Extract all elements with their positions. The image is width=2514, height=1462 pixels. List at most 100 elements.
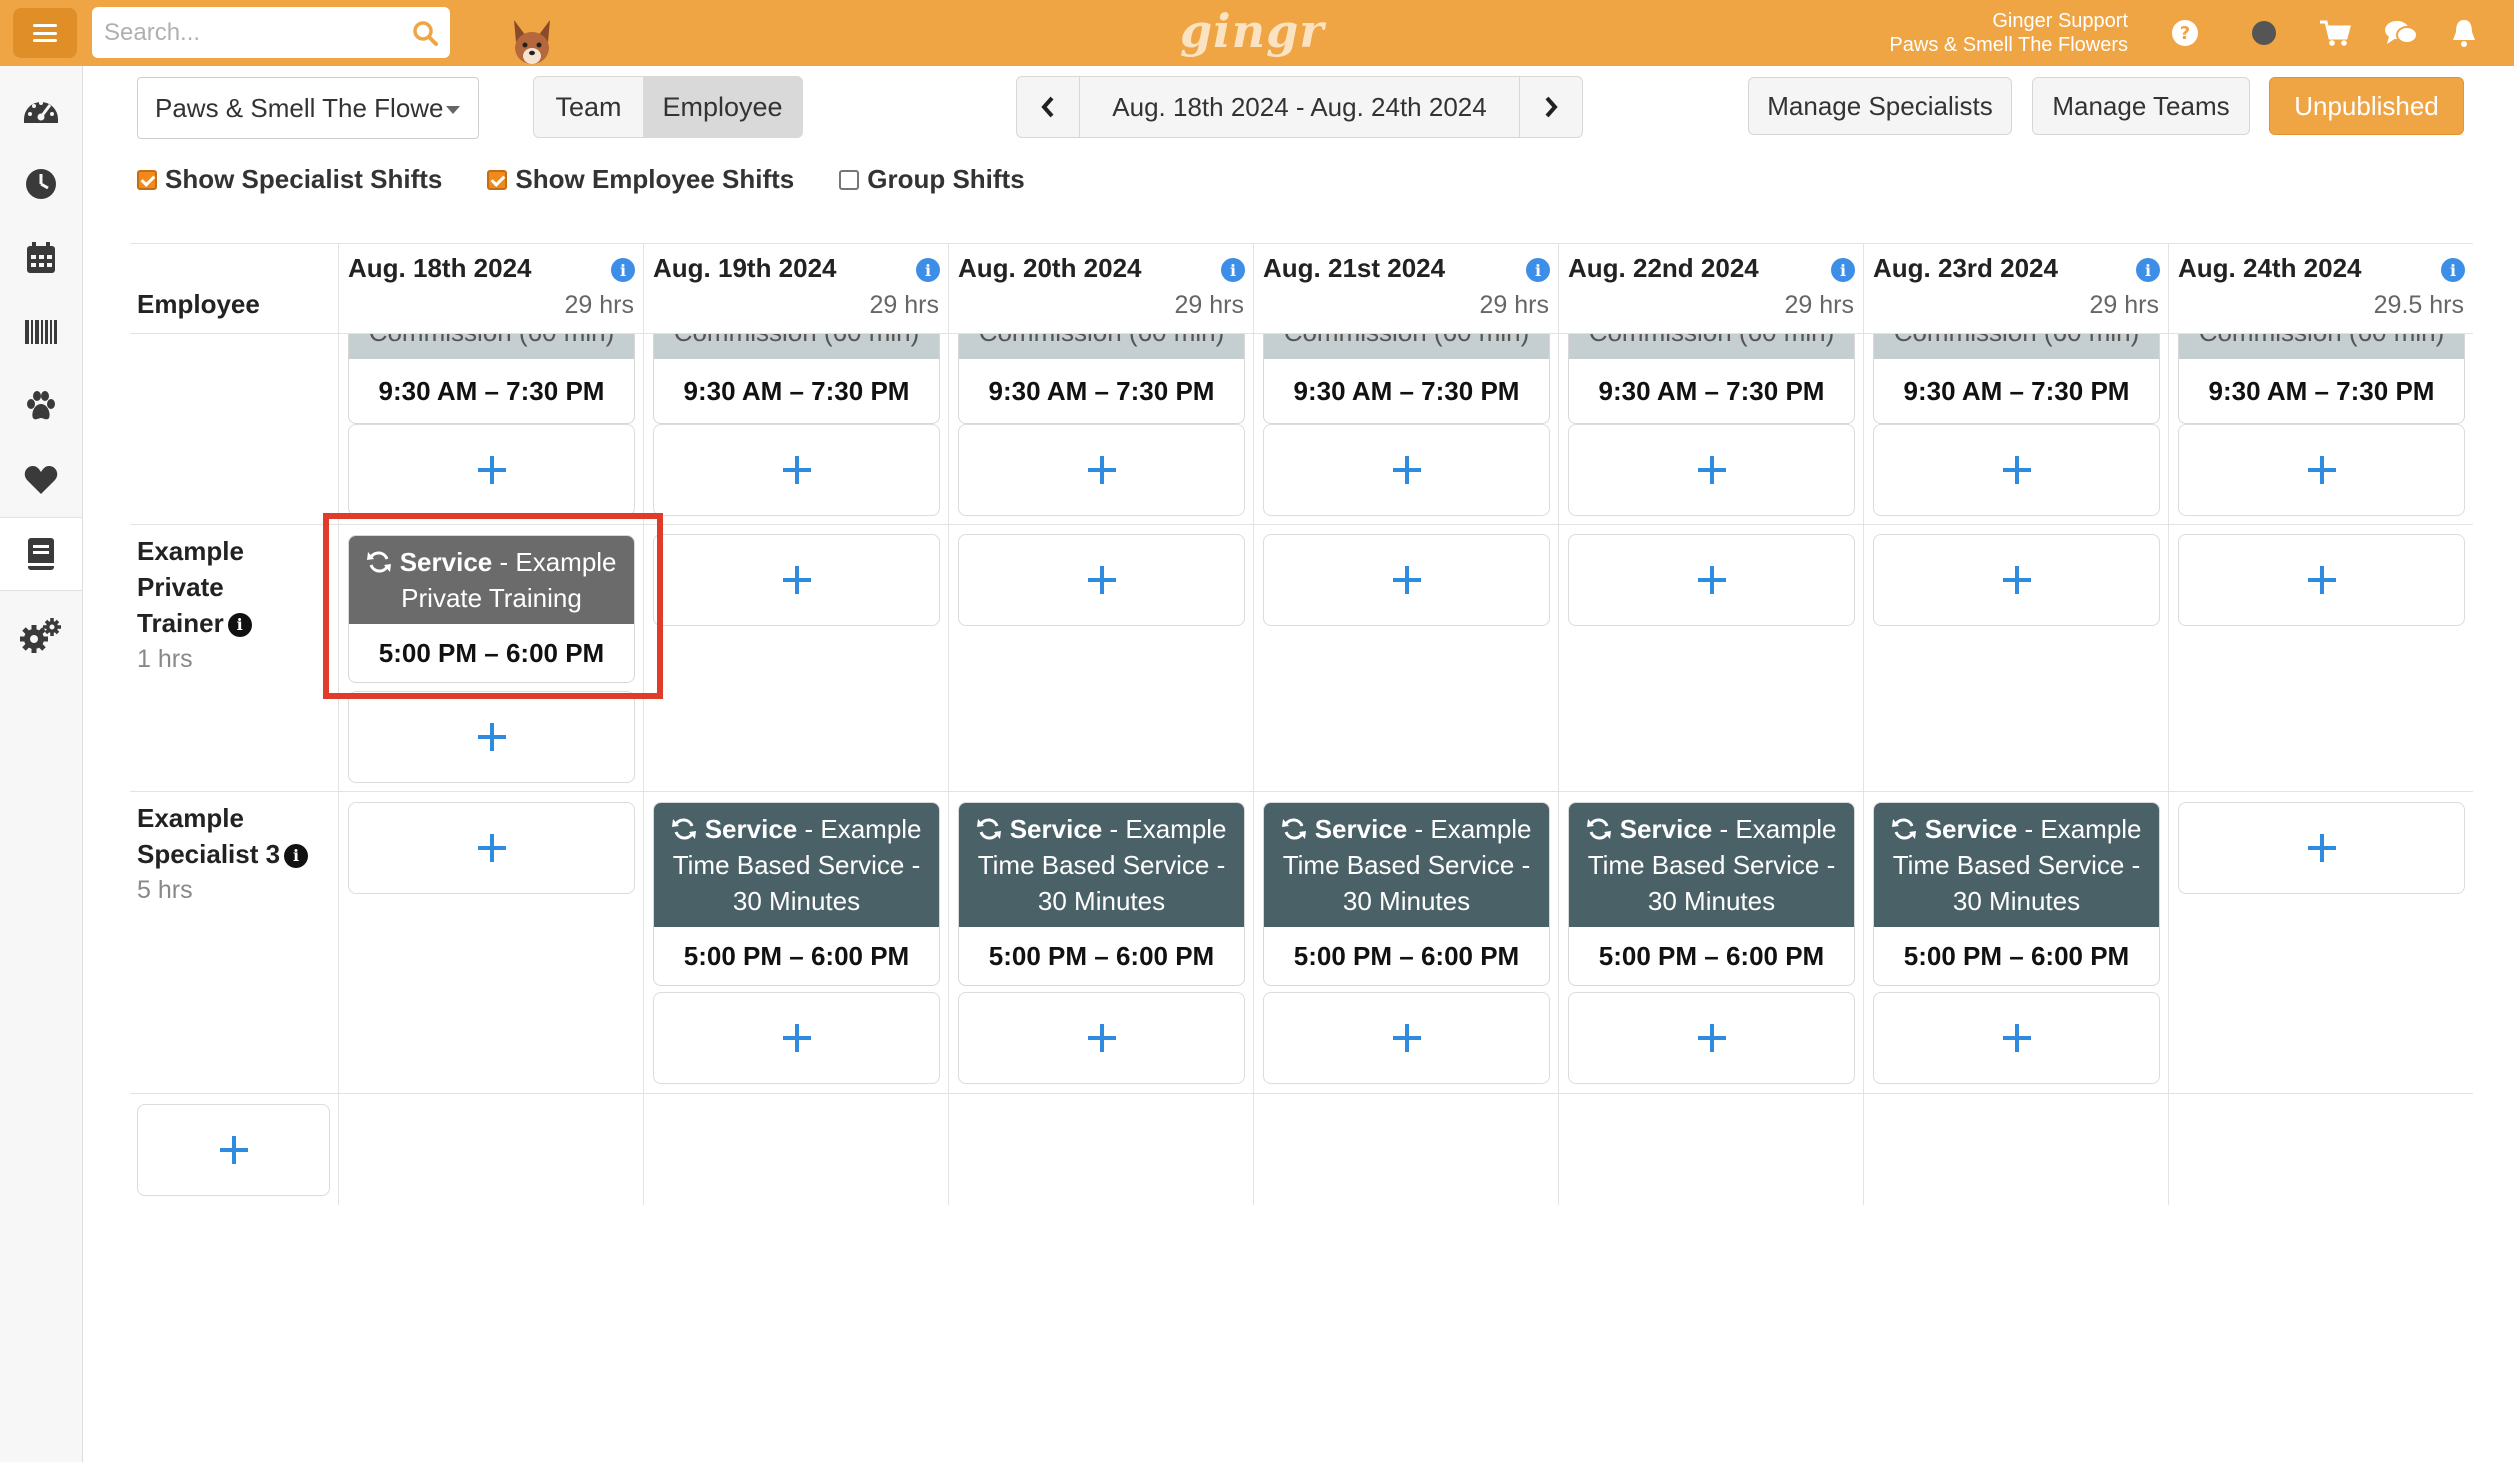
info-icon[interactable]: i (916, 258, 940, 282)
location-select[interactable]: Paws & Smell The Flowe... (137, 77, 479, 139)
show-specialist-shifts-label: Show Specialist Shifts (165, 164, 443, 194)
info-icon[interactable]: i (2136, 258, 2160, 282)
plus-icon (1087, 456, 1116, 484)
add-shift-button[interactable] (1568, 992, 1855, 1084)
add-shift-button[interactable] (1873, 534, 2160, 626)
info-icon[interactable]: i (2441, 258, 2465, 282)
shift-card[interactable]: Commission (60 min) 9:30 AM – 7:30 PM (653, 334, 940, 424)
shift-label: Commission (60 min) (1264, 334, 1549, 348)
add-shift-button[interactable] (348, 691, 635, 783)
plus-icon (1392, 456, 1421, 484)
add-shift-button[interactable] (1568, 424, 1855, 516)
menu-button[interactable] (13, 8, 77, 58)
dashboard-icon[interactable] (0, 73, 82, 147)
service-shift-card[interactable]: Service - Example Time Based Service - 3… (958, 802, 1245, 986)
employee-info-icon[interactable]: i (227, 613, 252, 637)
chat-icon[interactable] (2384, 16, 2418, 50)
day-hours: 29.5 hrs (2373, 291, 2464, 319)
shift-card[interactable]: Commission (60 min) 9:30 AM – 7:30 PM (958, 334, 1245, 424)
plus-icon (2307, 834, 2336, 862)
settings-icon[interactable] (0, 599, 82, 673)
user-name: Ginger Support (1992, 10, 2128, 32)
plus-icon (782, 566, 811, 594)
book-icon[interactable] (0, 517, 82, 591)
show-employee-shifts-checkbox[interactable]: Show Employee Shifts (487, 164, 794, 195)
add-shift-button[interactable] (1263, 534, 1550, 626)
unpublished-button[interactable]: Unpublished (2269, 77, 2464, 135)
info-icon[interactable]: i (1221, 258, 1245, 282)
chevron-left-icon (1041, 96, 1054, 118)
plus-icon (1697, 1024, 1726, 1052)
employee-column-header: Employee (137, 289, 260, 319)
shift-card[interactable]: Commission (60 min) 9:30 AM – 7:30 PM (1568, 334, 1855, 424)
cart-icon[interactable] (2318, 16, 2352, 50)
search-box[interactable]: Search... (92, 7, 450, 58)
service-shift-card[interactable]: Service - Example Time Based Service - 3… (653, 802, 940, 986)
bell-icon[interactable] (2447, 16, 2481, 50)
heart-icon[interactable] (0, 443, 82, 517)
service-shift-card[interactable]: Service - Example Time Based Service - 3… (1873, 802, 2160, 986)
plus-icon (1392, 566, 1421, 594)
add-employee-button[interactable] (137, 1104, 330, 1196)
add-shift-button[interactable] (1568, 534, 1855, 626)
employee-name-line: Example (137, 803, 244, 833)
add-shift-button[interactable] (1263, 992, 1550, 1084)
calendar-icon[interactable] (0, 221, 82, 295)
add-shift-button[interactable] (1873, 424, 2160, 516)
view-employee-button[interactable]: Employee (643, 76, 803, 138)
add-shift-button[interactable] (958, 534, 1245, 626)
plus-icon (782, 1024, 811, 1052)
shift-card[interactable]: Commission (60 min) 9:30 AM – 7:30 PM (2178, 334, 2465, 424)
show-specialist-shifts-checkbox[interactable]: Show Specialist Shifts (137, 164, 442, 195)
checkbox-checked[interactable] (487, 169, 508, 190)
help-icon[interactable]: ? (2168, 16, 2202, 50)
day-date: Aug. 19th 2024 (653, 253, 837, 283)
repeat-icon (1587, 818, 1612, 840)
group-shifts-label: Group Shifts (867, 164, 1025, 194)
add-shift-button[interactable] (1263, 424, 1550, 516)
service-type: Service (1924, 814, 2018, 844)
service-shift-card[interactable]: Service - Example Time Based Service - 3… (1568, 802, 1855, 986)
repeat-icon (977, 818, 1002, 840)
service-shift-card[interactable]: Service - Example Time Based Service - 3… (1263, 802, 1550, 986)
checkbox-unchecked[interactable] (839, 169, 860, 190)
add-shift-button[interactable] (958, 992, 1245, 1084)
plus-icon (1087, 566, 1116, 594)
status-dot-icon[interactable] (2247, 16, 2281, 50)
view-team-button[interactable]: Team (533, 76, 644, 138)
day-date: Aug. 20th 2024 (958, 253, 1142, 283)
plus-icon (2307, 566, 2336, 594)
add-shift-button[interactable] (2178, 802, 2465, 894)
clock-icon[interactable] (0, 147, 82, 221)
add-shift-button[interactable] (653, 992, 940, 1084)
search-input[interactable]: Search... (104, 19, 412, 47)
checkbox-checked[interactable] (137, 169, 157, 190)
info-icon[interactable]: i (1526, 258, 1550, 282)
user-info[interactable]: Ginger Support Paws & Smell The Flowers (1889, 9, 2128, 57)
add-shift-button[interactable] (1873, 992, 2160, 1084)
employee-info-icon[interactable]: i (284, 844, 309, 868)
add-shift-button[interactable] (348, 424, 635, 516)
service-time: 5:00 PM – 6:00 PM (988, 941, 1215, 971)
shift-card[interactable]: Commission (60 min) 9:30 AM – 7:30 PM (348, 334, 635, 424)
shift-card[interactable]: Commission (60 min) 9:30 AM – 7:30 PM (1263, 334, 1550, 424)
day-hours: 29 hrs (1174, 291, 1244, 319)
manage-specialists-button[interactable]: Manage Specialists (1748, 77, 2012, 135)
search-icon[interactable] (412, 20, 438, 46)
group-shifts-checkbox[interactable]: Group Shifts (839, 164, 1025, 195)
plus-icon (477, 456, 506, 484)
barcode-icon[interactable] (0, 295, 82, 369)
shift-card[interactable]: Commission (60 min) 9:30 AM – 7:30 PM (1873, 334, 2160, 424)
add-shift-button[interactable] (653, 424, 940, 516)
add-shift-button[interactable] (2178, 534, 2465, 626)
paw-icon[interactable] (0, 369, 82, 443)
info-icon[interactable]: i (611, 258, 635, 282)
add-shift-button[interactable] (348, 802, 635, 894)
info-icon[interactable]: i (1831, 258, 1855, 282)
add-shift-button[interactable] (2178, 424, 2465, 516)
manage-teams-button[interactable]: Manage Teams (2032, 77, 2250, 135)
previous-week-button[interactable] (1017, 77, 1079, 137)
add-shift-button[interactable] (958, 424, 1245, 516)
add-shift-button[interactable] (653, 534, 940, 626)
next-week-button[interactable] (1520, 77, 1582, 137)
